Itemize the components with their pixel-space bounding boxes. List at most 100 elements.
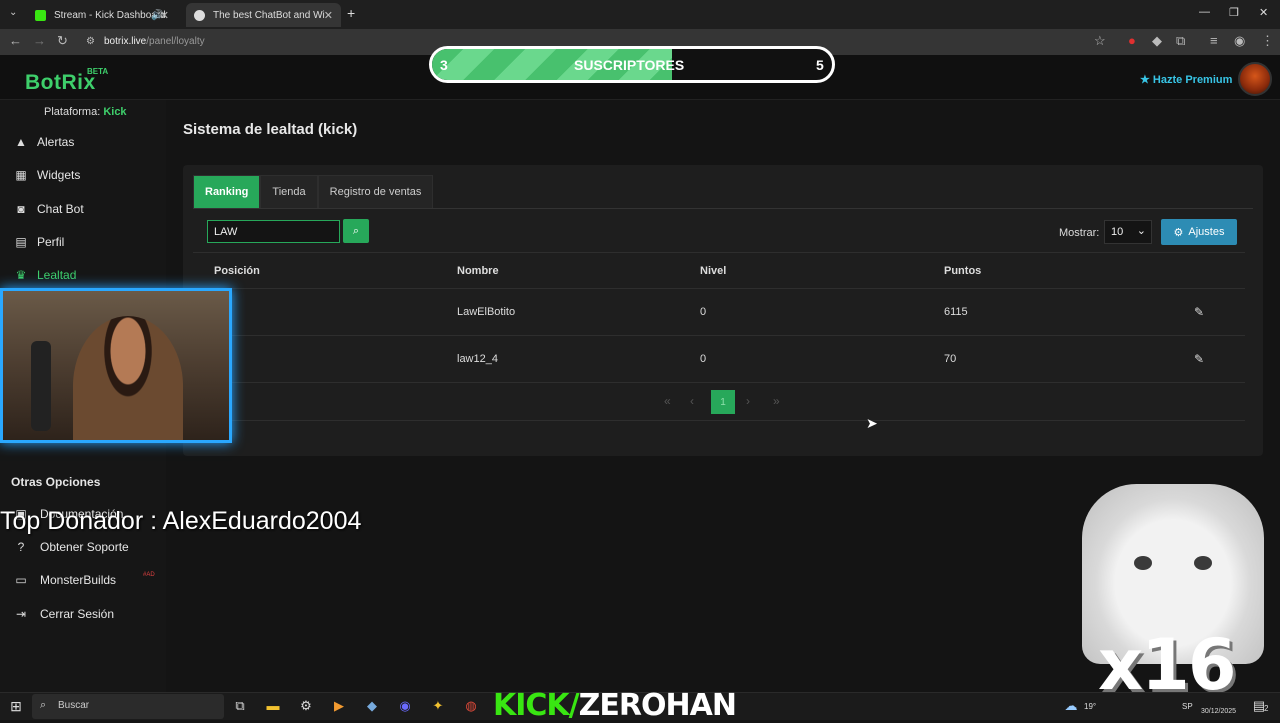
last-page-icon[interactable]: » [773, 394, 780, 408]
page-title: Sistema de lealtad (kick) [183, 121, 358, 138]
cell-level: 0 [700, 306, 707, 318]
forward-icon[interactable]: → [33, 33, 46, 48]
first-page-icon[interactable]: « [664, 394, 671, 408]
sidebar-item-widgets[interactable]: ▦ Widgets [14, 168, 80, 182]
star-icon: ★ [1140, 74, 1153, 86]
restore-icon[interactable]: ❐ [1229, 6, 1239, 19]
search-icon: ⌕ [40, 699, 47, 711]
chevron-down-icon: ⌄ [1136, 225, 1146, 237]
loyalty-tabs: Ranking Tienda Registro de ventas [193, 175, 434, 208]
app-icon[interactable]: ◆ [364, 698, 380, 714]
streamer-video [73, 316, 183, 440]
taskbar-search[interactable]: ⌕ Buscar [32, 694, 224, 719]
platform-indicator: Plataforma: Kick [44, 106, 127, 118]
cell-points: 70 [944, 353, 957, 365]
goal-target: 5 [816, 57, 824, 73]
back-icon[interactable]: ← [9, 33, 22, 48]
weather-temp: 19° [1084, 702, 1097, 711]
goal-label: SUSCRIPTORES [574, 57, 685, 73]
media-icon[interactable]: ≡ [1210, 33, 1218, 48]
column-header-nivel[interactable]: Nivel [700, 265, 726, 277]
page-size-select[interactable]: 10 ⌄ [1104, 220, 1152, 244]
bookmark-star-icon[interactable]: ☆ [1094, 33, 1106, 49]
trophy-icon: ♛ [15, 268, 27, 282]
sidebar-item-lealtad[interactable]: ♛ Lealtad [14, 268, 77, 282]
chrome-icon[interactable]: ◍ [463, 698, 479, 714]
microphone-icon [31, 341, 51, 431]
reload-icon[interactable]: ↻ [57, 33, 68, 49]
search-icon: ⌕ [352, 224, 360, 237]
tab-list-icon[interactable]: ⌄ [9, 7, 17, 18]
tab-title: Stream - Kick Dashboard [54, 9, 166, 21]
site-info-icon[interactable]: ⚙ [86, 36, 95, 47]
question-icon: ? [17, 540, 25, 554]
media-player-icon[interactable]: ▶ [331, 698, 347, 714]
search-button[interactable]: ⌕ [343, 219, 369, 243]
cell-points: 6115 [944, 306, 968, 318]
menu-dots-icon[interactable]: ⋮ [1261, 33, 1274, 49]
kick-favicon-icon [35, 9, 46, 21]
discord-icon[interactable]: ◉ [397, 698, 413, 714]
column-header-nombre[interactable]: Nombre [457, 265, 499, 277]
sidebar-item-monsterbuilds[interactable]: ▭ MonsterBuilds [14, 573, 116, 587]
language-indicator[interactable]: SP [1182, 702, 1193, 711]
table-divider [193, 420, 1245, 421]
gears-icon: ⚙ [1173, 226, 1184, 239]
browser-tab-kick-dashboard[interactable]: Stream - Kick Dashboard 🔊 ✕ [27, 3, 177, 27]
tab-divider [193, 208, 1253, 209]
edit-pencil-icon[interactable]: ✎ [1194, 352, 1204, 366]
extensions-puzzle-icon[interactable]: ⧉ [1176, 33, 1185, 49]
botrix-logo[interactable]: BotRix [25, 71, 96, 95]
profile-icon[interactable]: ◉ [1234, 33, 1245, 49]
cell-name: LawElBotito [457, 306, 516, 318]
table-divider [193, 252, 1245, 253]
sidebar-item-cerrar-sesion[interactable]: ⇥ Cerrar Sesión [14, 607, 114, 621]
avatar[interactable] [1238, 62, 1272, 96]
beta-badge: BETA [87, 67, 109, 76]
taskbar-date[interactable]: 30/12/2025 [1201, 708, 1236, 715]
mouse-cursor-icon: ➤ [866, 415, 878, 431]
app-icon[interactable]: ✦ [430, 698, 446, 714]
edit-pencil-icon[interactable]: ✎ [1194, 305, 1204, 319]
minimize-icon[interactable]: — [1199, 6, 1210, 18]
kick-channel-overlay: KICK/ZEROHAN [493, 688, 737, 723]
page-button-current[interactable]: 1 [711, 390, 735, 414]
column-header-posicion[interactable]: Posición [214, 265, 260, 277]
ad-badge: #AD [143, 572, 155, 578]
next-page-icon[interactable]: › [746, 394, 750, 408]
settings-button[interactable]: ⚙ Ajustes [1161, 219, 1237, 245]
robot-icon: ◙ [17, 202, 25, 216]
show-label: Mostrar: [1059, 227, 1100, 239]
search-input[interactable] [207, 220, 340, 243]
extension-icon[interactable]: ● [1128, 33, 1136, 48]
weather-icon: ☁ [1064, 698, 1078, 713]
webcam-overlay [0, 288, 232, 443]
extension-icon[interactable]: ◆ [1152, 33, 1162, 49]
close-tab-icon[interactable]: ✕ [160, 9, 169, 22]
file-explorer-icon[interactable]: ▬ [265, 698, 281, 714]
tab-ranking[interactable]: Ranking [193, 175, 261, 208]
premium-link[interactable]: ★ Hazte Premium [1140, 73, 1232, 86]
logout-icon: ⇥ [15, 607, 27, 621]
browser-tab-botrix[interactable]: The best ChatBot and Widgets ✕ [186, 3, 341, 27]
cat-eye [1134, 556, 1152, 570]
settings-icon[interactable]: ⚙ [298, 698, 314, 714]
windows-start-icon[interactable]: ⊞ [8, 698, 24, 714]
tab-title: The best ChatBot and Widgets [213, 9, 325, 21]
tab-registro-ventas[interactable]: Registro de ventas [317, 175, 434, 208]
cell-level: 0 [700, 353, 707, 365]
close-tab-icon[interactable]: ✕ [324, 9, 333, 22]
tab-tienda[interactable]: Tienda [260, 175, 318, 208]
table-divider [193, 335, 1245, 336]
new-tab-icon[interactable]: + [347, 5, 355, 21]
task-view-icon[interactable]: ⧉ [232, 698, 248, 714]
sidebar-item-soporte[interactable]: ? Obtener Soporte [14, 540, 129, 554]
sidebar-item-alertas[interactable]: ▲ Alertas [14, 135, 74, 149]
sidebar-item-perfil[interactable]: ▤ Perfil [14, 235, 64, 249]
prev-page-icon[interactable]: ‹ [690, 394, 694, 408]
close-window-icon[interactable]: ✕ [1259, 6, 1268, 19]
column-header-puntos[interactable]: Puntos [944, 265, 981, 277]
url-field[interactable]: botrix.live/panel/loyalty [104, 36, 205, 47]
laptop-icon: ▭ [15, 573, 27, 587]
sidebar-item-chat-bot[interactable]: ◙ Chat Bot [14, 202, 83, 216]
